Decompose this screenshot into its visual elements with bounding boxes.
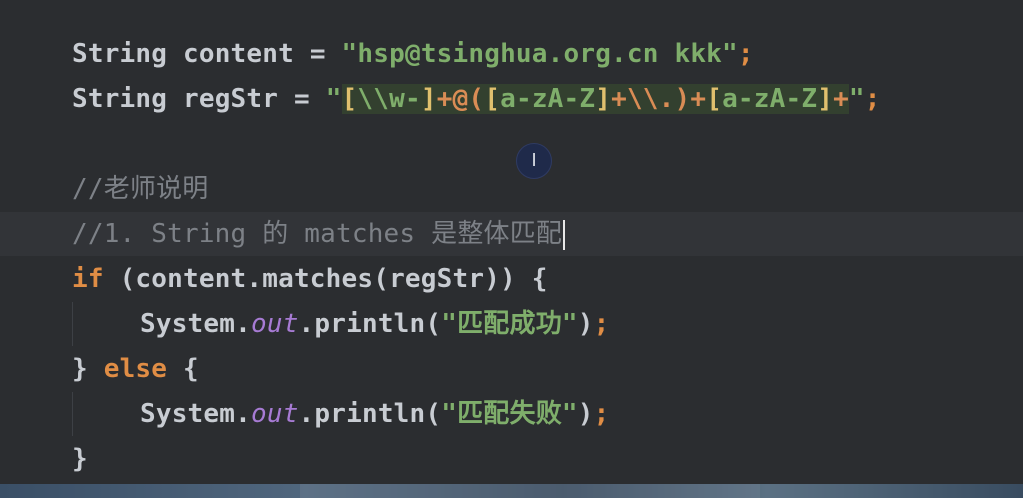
static-field: out: [250, 399, 299, 429]
video-progress-bar[interactable]: [0, 484, 1023, 498]
operator: =: [293, 84, 310, 114]
comment-line-current[interactable]: //1. String 的 matches 是整体匹配: [72, 212, 566, 256]
code-line-content-declaration[interactable]: String content = "hsp@tsinghua.org.cn kk…: [72, 32, 754, 76]
brace: {: [167, 354, 199, 384]
code-line-close-brace[interactable]: }: [72, 437, 88, 481]
if-keyword: if: [72, 264, 104, 294]
regex-bracket: ]: [817, 84, 834, 114]
indent-guide: [72, 392, 73, 436]
regex-bracket: [: [484, 84, 501, 114]
if-condition: (content.matches(regStr)) {: [103, 264, 548, 294]
regex-operator: +: [833, 84, 849, 114]
semicolon: ;: [593, 309, 610, 339]
regex-operator: +\\.)+: [611, 84, 707, 114]
paren-close: ): [577, 309, 594, 339]
paren-close: ): [577, 399, 594, 429]
regex-literal-highlight: [\\w-]+@([a-zA-Z]+\\.)+[a-zA-Z]+: [341, 84, 849, 114]
comment-line[interactable]: //老师说明: [72, 167, 209, 211]
type-keyword: String: [72, 39, 168, 69]
string-literal: "hsp@tsinghua.org.cn kkk": [341, 39, 738, 69]
string-literal: "匹配成功": [441, 309, 578, 339]
code-line-println-failure[interactable]: System.out.println("匹配失败");: [140, 392, 609, 436]
regex-operator: +@(: [436, 84, 485, 114]
quote-open: ": [325, 84, 342, 114]
code-line-regex-declaration[interactable]: String regStr = "[\\w-]+@([a-zA-Z]+\\.)+…: [72, 77, 881, 121]
text-caret: [563, 219, 566, 250]
code-line-println-success[interactable]: System.out.println("匹配成功");: [140, 302, 609, 346]
operator: =: [309, 39, 326, 69]
code-editor[interactable]: String content = "hsp@tsinghua.org.cn kk…: [0, 0, 1023, 498]
regex-bracket: [: [706, 84, 723, 114]
regex-text: a-zA-Z: [500, 84, 596, 114]
regex-text: \\w-: [357, 84, 421, 114]
system-ref: System.: [140, 399, 251, 429]
static-field: out: [250, 309, 299, 339]
code-line-if[interactable]: if (content.matches(regStr)) {: [72, 257, 548, 301]
text-cursor-icon: I: [516, 143, 552, 179]
regex-bracket: ]: [420, 84, 437, 114]
method-call: .println(: [298, 399, 442, 429]
string-literal: "匹配失败": [441, 399, 578, 429]
progress-scrub[interactable]: [300, 484, 760, 498]
else-keyword: else: [103, 354, 168, 384]
brace: }: [72, 354, 104, 384]
regex-bracket: ]: [595, 84, 612, 114]
comment-text: //1. String 的 matches 是整体匹配: [72, 219, 563, 249]
variable-name: content: [182, 39, 294, 69]
variable-name: regStr: [182, 84, 279, 114]
regex-text: a-zA-Z: [722, 84, 818, 114]
code-line-else[interactable]: } else {: [72, 347, 199, 391]
quote-close: ": [848, 84, 865, 114]
semicolon: ;: [593, 399, 610, 429]
semicolon: ;: [864, 84, 881, 114]
system-ref: System.: [140, 309, 251, 339]
regex-bracket: [: [341, 84, 358, 114]
semicolon: ;: [737, 39, 754, 69]
type-keyword: String: [72, 84, 168, 114]
method-call: .println(: [298, 309, 442, 339]
indent-guide: [72, 302, 73, 346]
